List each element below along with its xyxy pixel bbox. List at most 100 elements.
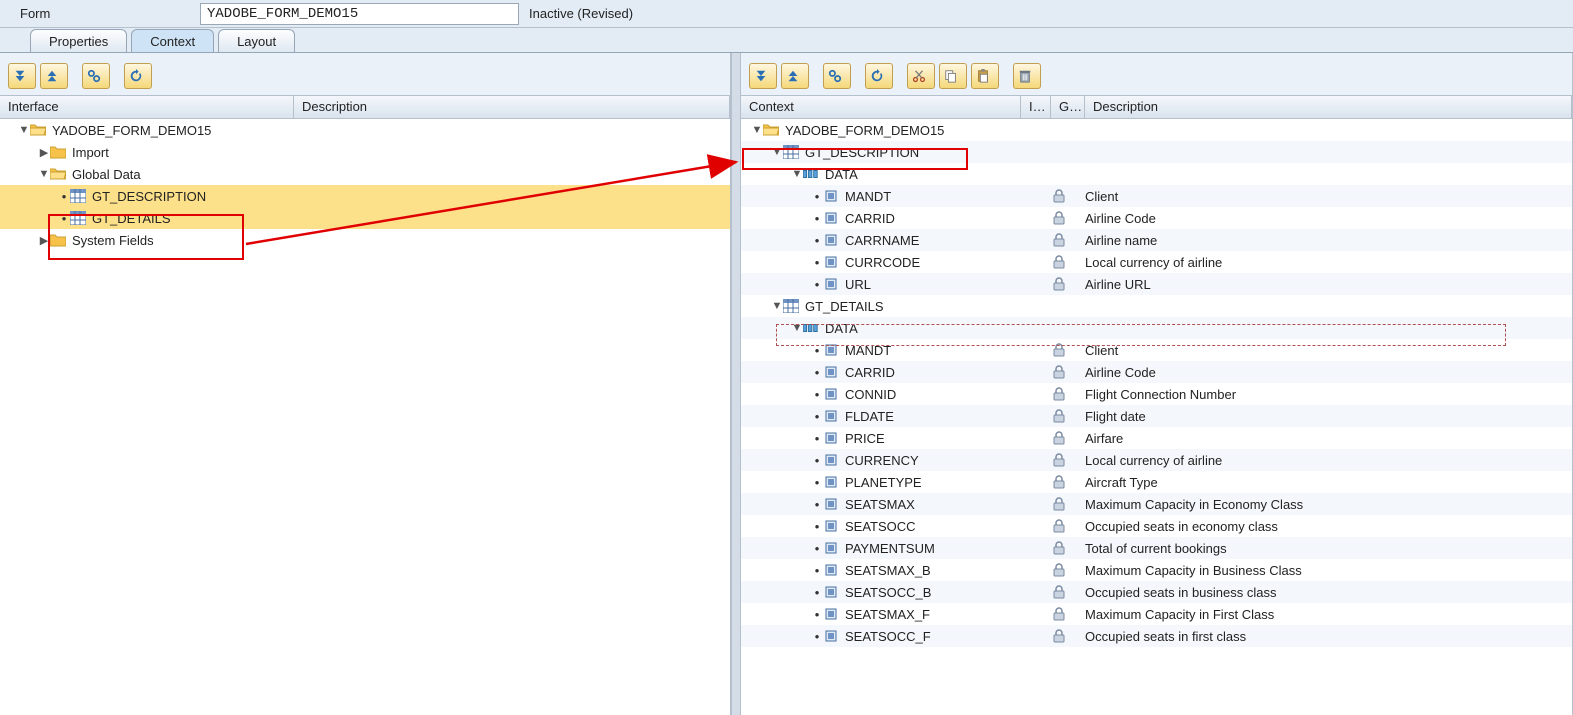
tab-label: Layout xyxy=(237,34,276,49)
delete-button[interactable] xyxy=(1013,63,1041,89)
field-desc: Occupied seats in economy class xyxy=(1085,519,1278,534)
chevron-right-icon[interactable]: ▶ xyxy=(38,146,50,159)
field-row[interactable]: CARRIDAirline Code xyxy=(741,361,1572,383)
collapse-all-icon xyxy=(785,68,801,84)
refresh-icon xyxy=(128,68,144,84)
node-gt-details[interactable]: GT_DETAILS xyxy=(0,207,730,229)
field-name: CONNID xyxy=(843,387,896,402)
collapse-all-button[interactable] xyxy=(40,63,68,89)
col-g[interactable]: G… xyxy=(1051,96,1085,118)
field-row[interactable]: SEATSOCC_BOccupied seats in business cla… xyxy=(741,581,1572,603)
collapse-all-button[interactable] xyxy=(781,63,809,89)
table-icon xyxy=(70,188,86,204)
field-row[interactable]: CURRENCY Local currency of airline xyxy=(741,449,1572,471)
expand-all-icon xyxy=(12,68,28,84)
field-row[interactable]: PRICEAirfare xyxy=(741,427,1572,449)
interface-column-header: Interface Description xyxy=(0,95,730,119)
lock-icon xyxy=(1051,628,1067,644)
node-gt-description[interactable]: GT_DESCRIPTION xyxy=(0,185,730,207)
node-label: Global Data xyxy=(70,167,141,182)
lock-icon xyxy=(1051,584,1067,600)
interface-tree[interactable]: ▼YADOBE_FORM_DEMO15 ▶Import ▼ Global Data… xyxy=(0,119,730,715)
col-description[interactable]: Description xyxy=(294,96,730,118)
find-button[interactable] xyxy=(823,63,851,89)
field-row[interactable]: SEATSOCCOccupied seats in economy class xyxy=(741,515,1572,537)
bullet-icon xyxy=(811,585,823,600)
chevron-down-icon[interactable]: ▼ xyxy=(18,124,30,136)
field-row[interactable]: MANDTClient xyxy=(741,185,1572,207)
field-name: MANDT xyxy=(843,343,891,358)
chevron-down-icon[interactable]: ▼ xyxy=(791,168,803,180)
field-row[interactable]: CURRCODELocal currency of airline xyxy=(741,251,1572,273)
find-icon xyxy=(86,68,102,84)
find-button[interactable] xyxy=(82,63,110,89)
field-row[interactable]: FLDATEFlight date xyxy=(741,405,1572,427)
field-desc: Local currency of airline xyxy=(1085,255,1222,270)
interface-root[interactable]: ▼YADOBE_FORM_DEMO15 xyxy=(0,119,730,141)
refresh-button[interactable] xyxy=(865,63,893,89)
chevron-down-icon[interactable]: ▼ xyxy=(38,168,50,180)
chevron-down-icon[interactable]: ▼ xyxy=(791,322,803,334)
field-icon xyxy=(823,518,839,534)
field-icon xyxy=(823,452,839,468)
lock-icon xyxy=(1051,342,1067,358)
refresh-button[interactable] xyxy=(124,63,152,89)
structure-icon xyxy=(803,166,819,182)
delete-icon xyxy=(1017,68,1033,84)
node-system-fields[interactable]: ▶System Fields xyxy=(0,229,730,251)
field-name: CURRENCY xyxy=(843,453,919,468)
field-icon xyxy=(823,584,839,600)
field-row[interactable]: CONNIDFlight Connection Number xyxy=(741,383,1572,405)
context-data-det[interactable]: ▼DATA xyxy=(741,317,1572,339)
chevron-down-icon[interactable]: ▼ xyxy=(771,300,783,312)
splitter[interactable] xyxy=(731,53,741,715)
context-root[interactable]: ▼YADOBE_FORM_DEMO15 xyxy=(741,119,1572,141)
field-desc: Client xyxy=(1085,343,1118,358)
field-desc: Local currency of airline xyxy=(1085,453,1222,468)
context-table-det[interactable]: ▼GT_DETAILS xyxy=(741,295,1572,317)
field-row[interactable]: SEATSOCC_FOccupied seats in first class xyxy=(741,625,1572,647)
field-desc: Airfare xyxy=(1085,431,1123,446)
field-row[interactable]: PLANETYPE Aircraft Type xyxy=(741,471,1572,493)
field-desc: Airline Code xyxy=(1085,365,1156,380)
field-desc: Aircraft Type xyxy=(1085,475,1158,490)
node-global-data[interactable]: ▼ Global Data xyxy=(0,163,730,185)
lock-icon xyxy=(1051,496,1067,512)
context-table-desc[interactable]: ▼GT_DESCRIPTION xyxy=(741,141,1572,163)
col-i[interactable]: I… xyxy=(1021,96,1051,118)
col-interface[interactable]: Interface xyxy=(0,96,294,118)
form-name-input[interactable]: YADOBE_FORM_DEMO15 xyxy=(200,3,519,25)
field-row[interactable]: PAYMENTSUMTotal of current bookings xyxy=(741,537,1572,559)
tab-properties[interactable]: Properties xyxy=(30,29,127,52)
chevron-down-icon[interactable]: ▼ xyxy=(771,146,783,158)
field-name: PLANETYPE xyxy=(843,475,922,490)
chevron-right-icon[interactable]: ▶ xyxy=(38,234,50,247)
field-row[interactable]: SEATSMAX_FMaximum Capacity in First Clas… xyxy=(741,603,1572,625)
col-description[interactable]: Description xyxy=(1085,96,1572,118)
node-import[interactable]: ▶Import xyxy=(0,141,730,163)
expand-all-button[interactable] xyxy=(749,63,777,89)
field-row[interactable]: URLAirline URL xyxy=(741,273,1572,295)
node-label: DATA xyxy=(823,167,858,182)
paste-button[interactable] xyxy=(971,63,999,89)
field-row[interactable]: CARRNAMEAirline name xyxy=(741,229,1572,251)
lock-icon xyxy=(1051,232,1067,248)
context-tree[interactable]: ▼YADOBE_FORM_DEMO15 ▼GT_DESCRIPTION ▼ DAT… xyxy=(741,119,1572,715)
field-row[interactable]: MANDT Client xyxy=(741,339,1572,361)
expand-all-button[interactable] xyxy=(8,63,36,89)
copy-button[interactable] xyxy=(939,63,967,89)
chevron-down-icon[interactable]: ▼ xyxy=(751,124,763,136)
tab-context[interactable]: Context xyxy=(131,29,214,52)
context-column-header: Context I… G… Description xyxy=(741,95,1572,119)
field-row[interactable]: SEATSMAX_BMaximum Capacity in Business C… xyxy=(741,559,1572,581)
field-row[interactable]: CARRIDAirline Code xyxy=(741,207,1572,229)
field-name: SEATSOCC_B xyxy=(843,585,931,600)
field-name: PAYMENTSUM xyxy=(843,541,935,556)
context-data-desc[interactable]: ▼ DATA xyxy=(741,163,1572,185)
field-row[interactable]: SEATSMAXMaximum Capacity in Economy Clas… xyxy=(741,493,1572,515)
bullet-icon xyxy=(58,211,70,226)
tab-layout[interactable]: Layout xyxy=(218,29,295,52)
paste-icon xyxy=(975,68,991,84)
cut-button[interactable] xyxy=(907,63,935,89)
col-context[interactable]: Context xyxy=(741,96,1021,118)
